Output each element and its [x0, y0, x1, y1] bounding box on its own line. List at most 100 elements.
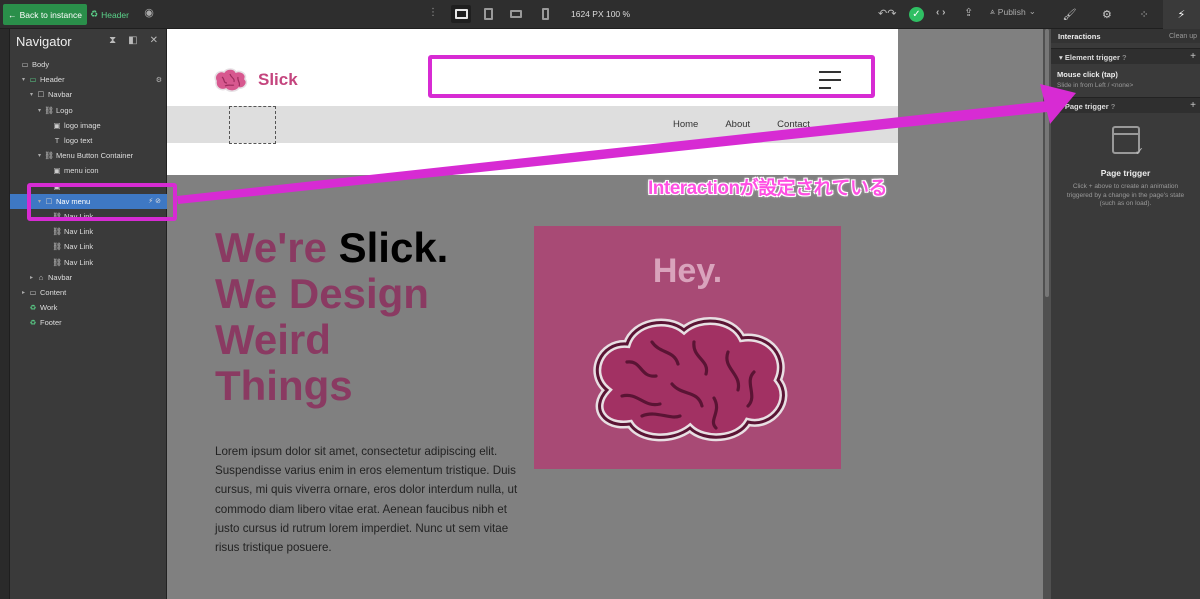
share-icon[interactable]: ⇪	[964, 6, 973, 19]
tree-row-label: Header	[40, 75, 65, 85]
tree-element-icon: ⛓	[44, 105, 54, 115]
tree-row-label: menu icon	[64, 166, 99, 176]
navigator-tree-row[interactable]: ♻ Footer	[10, 315, 167, 330]
hero-card-heading: Hey.	[652, 252, 723, 290]
canvas-scrollbar-thumb[interactable]	[1045, 29, 1049, 297]
navigator-tree-row[interactable]: ▸ ▭ Content	[10, 285, 167, 300]
element-trigger-section[interactable]: ▾ Element trigger ? +	[1051, 48, 1200, 64]
right-panel-tabs: 🖌 ⚙ ⁘ ⚡	[1051, 0, 1200, 29]
clean-up-link[interactable]: Clean up	[1169, 33, 1197, 40]
tree-row-label: Nav Link	[64, 227, 94, 237]
brain-logo-icon	[214, 68, 248, 92]
navigator-tree-row[interactable]: ⛓ Nav Link	[10, 224, 167, 239]
navigator-tree-row[interactable]: ▣ logo image	[10, 118, 167, 133]
undo-redo-icon[interactable]: ↶↷	[878, 7, 896, 20]
tree-row-label: Content	[40, 287, 67, 297]
design-canvas[interactable]: Slick Home About Contact We're Slick. We…	[167, 29, 1043, 599]
settings-gear-tab[interactable]: ⚙	[1088, 0, 1125, 29]
chevron-down-icon: ⌄	[1028, 6, 1036, 16]
symbol-breadcrumb[interactable]: ♻ Header	[90, 4, 136, 25]
help-icon: ?	[1121, 53, 1127, 62]
tree-row-label: Navbar	[48, 272, 73, 282]
page-trigger-empty-title: Page trigger	[1100, 168, 1151, 178]
add-page-trigger-icon[interactable]: +	[1190, 100, 1196, 111]
more-options-icon[interactable]: ⋮	[428, 7, 438, 18]
tree-element-icon: ⌂	[38, 272, 44, 282]
interactions-bolt-tab[interactable]: ⚡	[1162, 0, 1200, 29]
annotation-nav-menu-highlight	[27, 183, 177, 221]
mouse-click-trigger[interactable]: Mouse click (tap)	[1057, 70, 1118, 79]
interactions-panel: Interactions Clean up ▾ Element trigger …	[1051, 29, 1200, 599]
close-icon[interactable]: ✕	[150, 35, 158, 46]
publish-button[interactable]: ⩓ Publish ⌄	[990, 6, 1036, 17]
navigator-tree-row[interactable]: ▸ ⌂ Navbar	[10, 270, 167, 285]
mobile-landscape-breakpoint-icon[interactable]	[506, 5, 526, 23]
back-to-instance-label: Back to instance	[19, 9, 82, 20]
tree-element-icon: ⛓	[52, 257, 62, 267]
nav-link-contact[interactable]: Contact	[777, 119, 810, 130]
interactions-title: Interactions	[1058, 32, 1101, 41]
hero-card: Hey.	[534, 226, 841, 469]
navigator-tree-row[interactable]: ⛓ Nav Link	[10, 254, 167, 269]
saved-status-check-icon: ✓	[909, 7, 924, 22]
page-trigger-empty-description: Click + above to create an animation tri…	[1066, 183, 1185, 208]
tree-row-label: Nav Link	[64, 242, 94, 252]
tree-element-icon: ⛓	[52, 227, 62, 237]
publish-label: Publish	[997, 6, 1026, 17]
navigator-tree-row[interactable]: ♻ Work	[10, 300, 167, 315]
navigator-tree-row[interactable]: ▾ ▭ Header ⚙	[10, 72, 167, 87]
tree-row-label: logo image	[64, 120, 101, 130]
hero-line3: Weird	[215, 316, 331, 363]
mobile-portrait-breakpoint-icon[interactable]	[535, 5, 555, 23]
annotation-menu-highlight	[428, 55, 875, 98]
add-element-trigger-icon[interactable]: +	[1190, 51, 1196, 62]
tree-element-icon: ♻	[29, 318, 37, 328]
tree-element-icon: ▭	[29, 287, 37, 297]
tree-row-label: Menu Button Container	[56, 151, 134, 161]
tree-element-icon: ▣	[53, 120, 61, 130]
navigator-tree-row[interactable]: ▣ menu icon	[10, 163, 167, 178]
navigator-tree-row[interactable]: Tlogo text	[10, 133, 167, 148]
style-brush-tab[interactable]: 🖌	[1051, 0, 1088, 29]
navigator-tree-row[interactable]: ▭ Body	[10, 57, 167, 72]
navigator-tools: ⧗ ◧ ✕	[109, 35, 158, 46]
tree-row-label: Navbar	[48, 90, 73, 100]
nav-link-home[interactable]: Home	[673, 119, 698, 130]
site-header[interactable]: Slick Home About Contact	[167, 29, 898, 175]
hero-line4: Things	[215, 362, 353, 409]
brain-illustration-icon	[593, 316, 788, 442]
symbol-icon: ♻	[90, 9, 99, 19]
back-to-instance-button[interactable]: ← Back to instance	[3, 4, 87, 25]
tree-element-icon: ♻	[29, 303, 37, 313]
element-trigger-label: ▾ Element trigger ?	[1059, 53, 1127, 62]
symbols-drops-tab[interactable]: ⁘	[1126, 0, 1163, 29]
navigator-tree-row[interactable]: ▾ ☐ Navbar	[10, 87, 167, 102]
navigator-tree-row[interactable]: ⛓ Nav Link	[10, 239, 167, 254]
desktop-breakpoint-icon[interactable]	[451, 5, 471, 23]
tree-element-icon: ⛓	[52, 242, 62, 252]
hero-line1a: We're	[215, 224, 339, 271]
code-export-icon[interactable]: ‹ ›	[936, 7, 945, 18]
tree-row-label: Nav Link	[64, 257, 94, 267]
site-brand-text: Slick	[258, 70, 298, 89]
collapse-all-icon[interactable]: ⧗	[109, 35, 116, 46]
nav-link-about[interactable]: About	[725, 119, 750, 130]
site-nav-links: Home About Contact	[673, 119, 810, 130]
tree-element-icon: T	[54, 136, 60, 146]
site-logo[interactable]: Slick	[210, 67, 298, 93]
tablet-breakpoint-icon[interactable]	[478, 5, 498, 23]
page-trigger-section[interactable]: ▾ Page trigger ? +	[1051, 97, 1200, 113]
navigator-tree-row[interactable]: ▾ ⛓ Menu Button Container	[10, 148, 167, 163]
preview-eye-icon[interactable]: ◉	[142, 6, 156, 20]
navigator-tree-row[interactable]: ▾ ⛓ Logo	[10, 103, 167, 118]
symbol-settings-icon[interactable]: ⚙	[156, 76, 162, 84]
tree-row-label: Body	[32, 60, 50, 70]
empty-element-placeholder[interactable]	[229, 106, 276, 144]
designer-topbar: ← Back to instance ♻ Header ◉ ⋮ 1624 PX …	[0, 0, 1200, 29]
navigator-title: Navigator	[16, 34, 72, 49]
dock-panel-icon[interactable]: ◧	[128, 35, 137, 46]
page-trigger-label: ▾ Page trigger ?	[1059, 102, 1116, 111]
tree-row-label: Footer	[40, 318, 62, 328]
annotation-label: Interactionが設定されている	[648, 178, 888, 199]
page-trigger-icon: ✓	[1112, 126, 1144, 158]
